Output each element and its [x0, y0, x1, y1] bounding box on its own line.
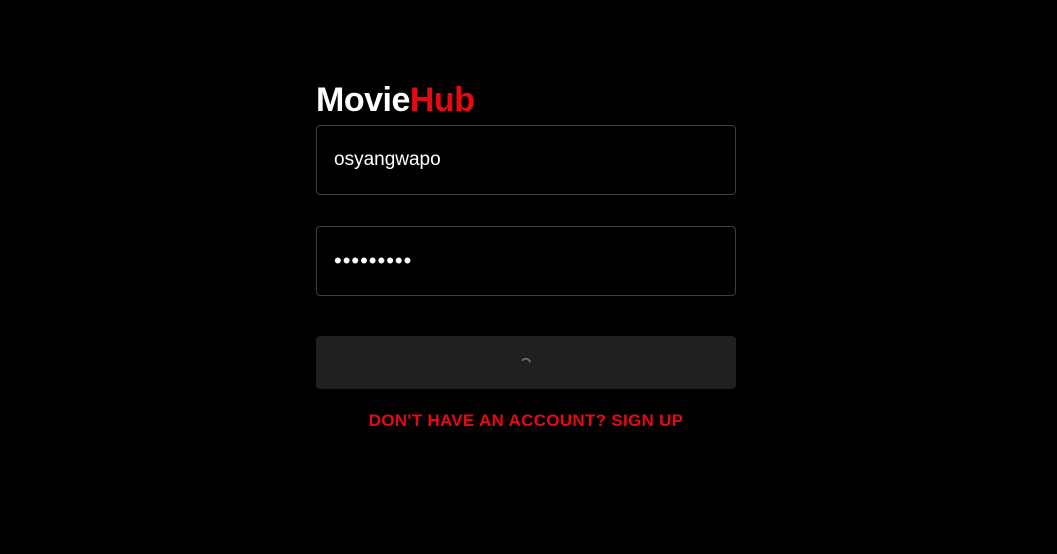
spinner-icon	[521, 357, 531, 362]
logo-text-hub: Hub	[409, 81, 475, 119]
login-page: MovieHub DON'T HAVE AN ACCOUNT? SIGN UP	[0, 0, 1057, 554]
username-input[interactable]	[316, 125, 736, 195]
logo-text-movie: Movie	[316, 81, 410, 119]
login-button[interactable]	[316, 336, 736, 389]
signup-link[interactable]: DON'T HAVE AN ACCOUNT? SIGN UP	[316, 411, 736, 431]
app-logo: MovieHub	[316, 80, 736, 120]
login-form: MovieHub DON'T HAVE AN ACCOUNT? SIGN UP	[316, 80, 736, 431]
password-input[interactable]	[316, 226, 736, 296]
